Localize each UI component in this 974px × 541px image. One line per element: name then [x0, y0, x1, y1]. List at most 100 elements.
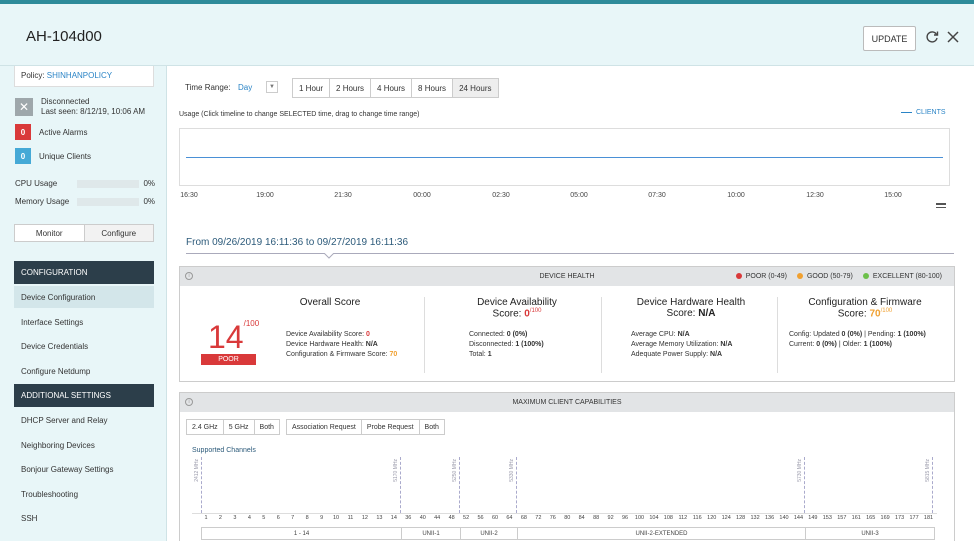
overall-line-value: N/A	[365, 341, 378, 348]
client-capabilities-title: MAXIMUM CLIENT CAPABILITIES	[512, 399, 622, 406]
policy-prefix: Policy:	[21, 71, 45, 80]
channel-number: 56	[477, 515, 484, 521]
channel-number: 124	[721, 515, 731, 521]
score-label: Score:	[492, 308, 522, 320]
legend-poor-label: POOR (0-49)	[745, 273, 787, 280]
range-2-hours[interactable]: 2 Hours	[330, 79, 372, 97]
channel-number-axis: 1 2 3 4 5 6 7 8 9 10 11 12 13 14 36 40 44 48 52 56 60 64 68 72 7…	[192, 513, 937, 523]
channel-number: 157	[837, 515, 847, 521]
range-1-hour[interactable]: 1 Hour	[293, 79, 331, 97]
info-icon[interactable]: i	[185, 272, 193, 280]
nav-neighboring-devices[interactable]: Neighboring Devices	[14, 434, 154, 456]
availability-line-value: 1 (100%)	[515, 341, 544, 348]
nav-dhcp-server[interactable]: DHCP Server and Relay	[14, 409, 154, 431]
channel-number: 13	[376, 515, 383, 521]
channel-number: 7	[291, 515, 295, 521]
time-tick: 10:00	[727, 192, 745, 199]
tab-configure[interactable]: Configure	[83, 225, 153, 241]
channel-number: 88	[593, 515, 600, 521]
header: AH-104d00 UPDATE	[0, 4, 974, 66]
hardware-details: Average CPU: N/A Average Memory Utilizat…	[631, 331, 732, 358]
band-5ghz[interactable]: 5 GHz	[224, 420, 255, 434]
channel-number: 9	[320, 515, 324, 521]
band-both[interactable]: Both	[255, 420, 279, 434]
unique-clients[interactable]: 0 Unique Clients	[15, 148, 91, 164]
device-title: AH-104d00	[26, 28, 102, 45]
clients-series-line	[186, 157, 943, 158]
overall-score-max: /100	[243, 319, 260, 328]
column-divider	[777, 297, 778, 373]
overall-line-label: Device Hardware Health:	[286, 341, 364, 348]
nav-device-credentials[interactable]: Device Credentials	[14, 335, 154, 357]
hardware-line-value: N/A	[710, 351, 723, 358]
nav-configure-netdump[interactable]: Configure Netdump	[14, 360, 154, 382]
device-health-header: i DEVICE HEALTH POOR (0-49) GOOD (50-79)…	[180, 267, 954, 286]
policy-box: Policy: SHINHANPOLICY	[14, 66, 154, 87]
legend-line-icon	[901, 112, 912, 113]
channel-number: 60	[491, 515, 499, 521]
policy-link[interactable]: SHINHANPOLICY	[47, 71, 112, 80]
hardware-line-value: N/A	[677, 331, 690, 338]
config-line-value: 1 (100%)	[863, 341, 893, 348]
request-both-button[interactable]: Both	[420, 420, 444, 434]
column-divider	[424, 297, 425, 373]
caret-icon	[324, 253, 334, 259]
config-line-label: | Pending:	[864, 331, 896, 338]
usage-label: Usage (Click timeline to change SELECTED…	[179, 111, 420, 118]
range-24-hours[interactable]: 24 Hours	[453, 79, 498, 97]
band-unii-3: UNII-3	[805, 527, 935, 540]
close-icon[interactable]	[944, 28, 962, 46]
excellent-dot-icon	[862, 273, 869, 279]
nav-bonjour-gateway[interactable]: Bonjour Gateway Settings	[14, 458, 154, 480]
device-health-title: DEVICE HEALTH	[539, 273, 595, 280]
availability-line-value: 1	[487, 351, 492, 358]
channel-number: 181	[923, 515, 934, 521]
time-range-buttons: 1 Hour 2 Hours 4 Hours 8 Hours 24 Hours	[292, 78, 499, 98]
channel-number: 173	[895, 515, 905, 521]
nav-troubleshooting[interactable]: Troubleshooting	[14, 483, 154, 505]
range-4-hours[interactable]: 4 Hours	[371, 79, 413, 97]
overall-line-label: Configuration & Firmware Score:	[286, 351, 388, 358]
cpu-bar	[77, 179, 139, 188]
chart-menu-icon[interactable]	[936, 203, 946, 210]
channel-number: 136	[764, 515, 775, 521]
config-score-value: 70	[869, 308, 881, 320]
channel-number: 72	[535, 515, 542, 521]
hardware-line-value: N/A	[720, 341, 733, 348]
mode-tabs: Monitor Configure	[14, 224, 154, 242]
time-tick: 07:30	[648, 192, 666, 199]
nav-device-configuration[interactable]: Device Configuration	[14, 286, 154, 308]
refresh-icon[interactable]	[923, 28, 941, 46]
overall-line-label: Device Availability Score:	[286, 331, 365, 338]
availability-score-max: /100	[529, 308, 542, 314]
nav-interface-settings[interactable]: Interface Settings	[14, 311, 154, 333]
time-range-select[interactable]: Day	[238, 83, 252, 92]
config-firmware-score: Score: 70/100	[785, 308, 945, 319]
overall-score-value: 14/100	[208, 319, 259, 356]
channel-number: 36	[405, 515, 412, 521]
freq-marker: 5170 MHz	[393, 457, 401, 513]
range-8-hours[interactable]: 8 Hours	[412, 79, 454, 97]
config-firmware-details: Config: Updated 0 (0%) | Pending: 1 (100…	[789, 331, 926, 348]
update-button[interactable]: UPDATE	[863, 26, 916, 51]
tab-monitor[interactable]: Monitor	[15, 225, 84, 241]
clients-legend[interactable]: CLIENTS	[901, 109, 946, 116]
active-alarms[interactable]: 0 Active Alarms	[15, 124, 87, 140]
channel-number: 2	[218, 515, 222, 521]
freq-marker-label: 5170 MHz	[393, 459, 399, 482]
chevron-down-icon[interactable]: ▼	[266, 81, 278, 93]
nav-ssh[interactable]: SSH	[14, 507, 154, 529]
from-label: From	[186, 237, 210, 248]
info-icon[interactable]: i	[185, 398, 193, 406]
usage-chart[interactable]	[179, 128, 950, 186]
channel-number: 48	[448, 515, 455, 521]
time-tick: 05:00	[570, 192, 588, 199]
band-2-4ghz[interactable]: 2.4 GHz	[187, 420, 224, 434]
association-request-button[interactable]: Association Request	[287, 420, 362, 434]
probe-request-button[interactable]: Probe Request	[362, 420, 420, 434]
memory-usage: Memory Usage 0%	[15, 197, 155, 206]
channel-number: 96	[621, 515, 629, 521]
channel-number: 108	[663, 515, 673, 521]
hardware-score: Score: N/A	[616, 308, 766, 319]
range-divider	[186, 253, 954, 254]
